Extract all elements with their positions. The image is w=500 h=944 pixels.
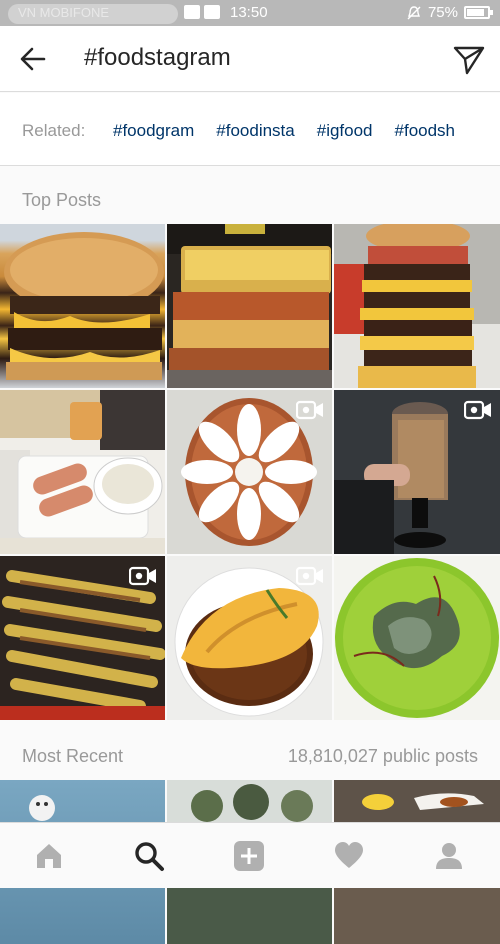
plus-square-icon (234, 841, 264, 871)
green-soup-photo (335, 558, 499, 718)
carrier-name: VN MOBIFONE (8, 4, 178, 24)
post-thumbnail[interactable] (334, 556, 500, 720)
related-label: Related: (22, 121, 86, 140)
recent-photo (334, 780, 500, 822)
burger-photo (4, 232, 164, 380)
sandwich-photo (167, 224, 332, 388)
video-icon (296, 400, 323, 420)
tab-activity[interactable] (332, 839, 366, 873)
youtube-icon (184, 5, 200, 19)
bottom-tab-bar (0, 822, 500, 888)
video-icon (129, 566, 156, 586)
home-icon (37, 844, 61, 868)
post-thumbnail[interactable] (167, 556, 332, 720)
person-icon (436, 843, 462, 869)
related-tag[interactable]: #foodgram (113, 121, 194, 141)
app-header: #foodstagram (0, 26, 500, 92)
post-thumbnail[interactable] (334, 224, 500, 388)
related-tags-list: #foodgram #foodinsta #igfood #foodsh (113, 121, 455, 141)
video-icon (464, 400, 491, 420)
top-posts-label: Top Posts (22, 190, 102, 210)
search-icon (135, 842, 164, 871)
clock: 13:50 (230, 4, 268, 21)
related-tag[interactable]: #foodsh (395, 121, 456, 141)
status-bar: VN MOBIFONE 13:50 75% (0, 0, 500, 26)
post-thumbnail[interactable] (0, 556, 165, 720)
related-tags-bar: Related: #foodgram #foodinsta #igfood #f… (0, 93, 500, 166)
page-title: #foodstagram (84, 44, 231, 71)
battery-icon (464, 6, 493, 19)
tab-profile[interactable] (432, 839, 466, 873)
tab-search[interactable] (132, 839, 166, 873)
mute-icon (407, 5, 421, 19)
post-thumbnail[interactable] (334, 390, 500, 554)
tab-home[interactable] (32, 839, 66, 873)
post-thumbnail[interactable] (0, 224, 165, 388)
heart-icon (335, 842, 363, 868)
related-tag[interactable]: #igfood (317, 121, 373, 141)
post-thumbnail[interactable] (167, 224, 332, 388)
battery-percent: 75% (427, 4, 458, 21)
gallery-icon (204, 5, 220, 19)
burger-tower-photo (334, 224, 500, 388)
related-tag[interactable]: #foodinsta (216, 121, 294, 141)
paper-plane-icon[interactable] (452, 42, 486, 76)
post-count: 18,810,027 public posts (287, 746, 478, 766)
recent-photo (29, 795, 55, 821)
wraps-photo (0, 390, 165, 554)
tab-add[interactable] (232, 839, 266, 873)
arrow-left-icon[interactable] (18, 44, 48, 74)
video-icon (296, 566, 323, 586)
post-thumbnail[interactable] (0, 390, 165, 554)
notification-icons (184, 5, 220, 19)
recent-photo (167, 780, 332, 822)
most-recent-label: Most Recent (22, 746, 124, 766)
top-posts-grid (0, 224, 500, 720)
post-thumbnail[interactable] (167, 390, 332, 554)
